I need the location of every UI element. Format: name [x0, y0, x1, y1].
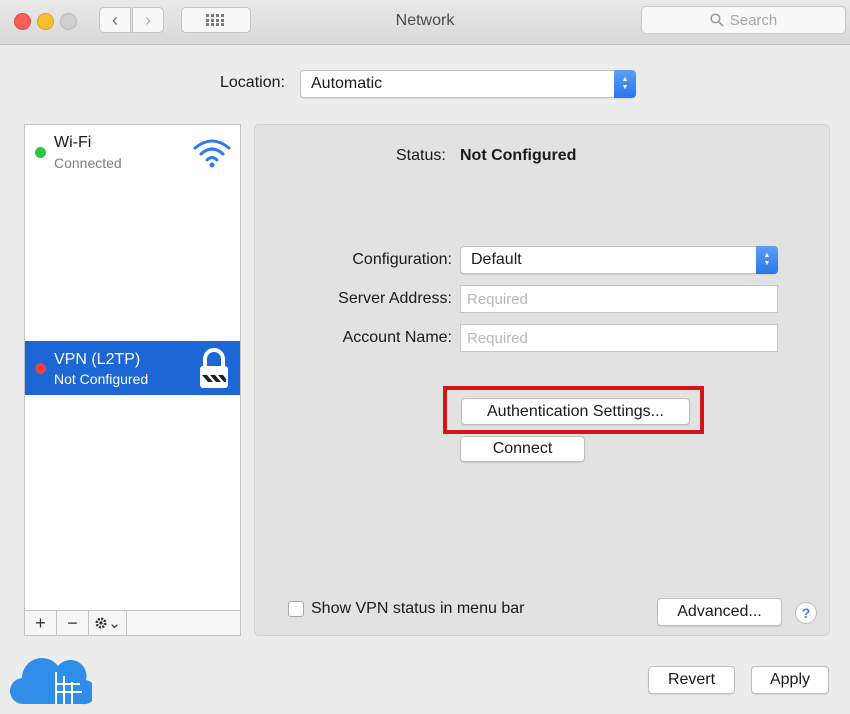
server-address-label: Server Address:: [338, 290, 452, 307]
status-label: Status:: [396, 147, 446, 164]
remove-service-button[interactable]: −: [57, 611, 89, 635]
popup-arrows-icon: ▲ ▼: [756, 246, 778, 274]
revert-button[interactable]: Revert: [648, 666, 735, 694]
configuration-label: Configuration:: [352, 251, 452, 268]
show-vpn-status-checkbox[interactable]: [288, 601, 304, 617]
detail-panel: [254, 124, 830, 636]
chevron-down-icon: ⌄: [108, 615, 121, 632]
action-menu-button[interactable]: ⌄: [89, 611, 127, 635]
service-name: VPN (L2TP): [54, 351, 141, 368]
service-status: Connected: [54, 155, 122, 171]
highlight-box: [443, 386, 704, 434]
account-name-field[interactable]: [460, 324, 778, 352]
server-address-field[interactable]: [460, 285, 778, 313]
service-name: Wi-Fi: [54, 134, 92, 151]
status-dot: [35, 363, 46, 374]
wifi-icon: [193, 139, 231, 168]
status-value: Not Configured: [460, 147, 577, 164]
search-placeholder: Search: [729, 11, 778, 29]
service-list: Wi-Fi Connected VPN (L2TP) Not Configure…: [24, 124, 241, 636]
location-popup[interactable]: Automatic ▲ ▼: [300, 70, 636, 98]
configuration-value: Default: [471, 251, 522, 268]
apply-button[interactable]: Apply: [751, 666, 829, 694]
search-field[interactable]: Search: [641, 6, 846, 34]
advanced-button[interactable]: Advanced...: [657, 598, 782, 626]
connect-button[interactable]: Connect: [460, 436, 585, 462]
add-service-button[interactable]: +: [25, 611, 57, 635]
minus-icon: −: [67, 612, 78, 633]
list-toolbar: + − ⌄: [25, 610, 240, 635]
service-status: Not Configured: [54, 371, 149, 387]
status-dot: [35, 147, 46, 158]
question-icon: ?: [801, 605, 811, 621]
configuration-popup[interactable]: Default ▲ ▼: [460, 246, 778, 274]
gear-icon: [95, 617, 107, 629]
plus-icon: +: [35, 612, 46, 633]
cloud-logo-icon: [10, 658, 92, 705]
help-button[interactable]: ?: [795, 602, 817, 624]
location-value: Automatic: [311, 75, 383, 92]
service-item-vpn[interactable]: VPN (L2TP) Not Configured: [25, 341, 240, 395]
service-item-wifi[interactable]: Wi-Fi Connected: [25, 131, 240, 185]
show-vpn-status-label: Show VPN status in menu bar: [311, 600, 525, 617]
title-bar: ‹ › Network Search: [0, 0, 850, 45]
lock-icon: [200, 348, 228, 388]
popup-arrows-icon: ▲ ▼: [614, 70, 636, 98]
location-label: Location:: [220, 74, 285, 91]
account-name-label: Account Name:: [342, 329, 452, 346]
search-icon: [710, 13, 724, 27]
